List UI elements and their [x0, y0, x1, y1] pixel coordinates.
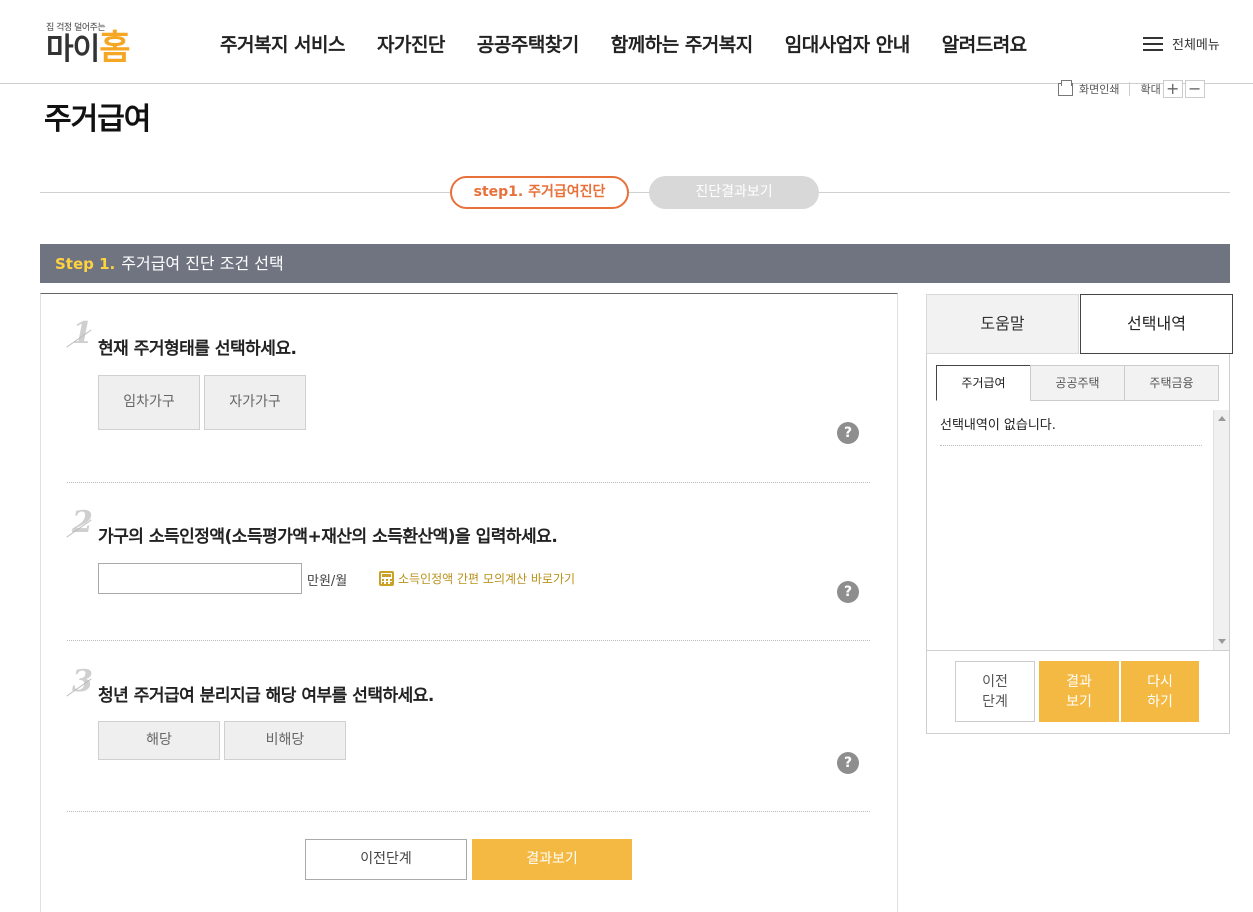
question-divider: [67, 811, 870, 812]
section-header: Step 1. 주거급여 진단 조건 선택: [40, 244, 1230, 283]
subtab-housing-finance[interactable]: 주택금융: [1124, 365, 1219, 401]
option-not-applicable[interactable]: 비해당: [224, 721, 346, 760]
tab-help[interactable]: 도움말: [926, 294, 1079, 354]
income-calculator-link[interactable]: 소득인정액 간편 모의계산 바로가기: [379, 570, 575, 587]
selection-list: 선택내역이 없습니다.: [936, 410, 1212, 650]
question-1-number: 1: [72, 316, 93, 351]
hamburger-icon: [1143, 36, 1163, 51]
site-header: 집 걱정 덜어주는 마이홈 주거복지 서비스 자가진단 공공주택찾기 함께하는 …: [0, 0, 1253, 84]
question-divider: [67, 482, 870, 483]
logo-wordmark: 마이홈: [46, 31, 130, 67]
income-unit: 만원/월: [307, 574, 348, 589]
side-view-result-button[interactable]: 결과 보기: [1039, 661, 1119, 722]
page-title: 주거급여: [44, 102, 151, 137]
all-menu-label: 전체메뉴: [1172, 38, 1220, 53]
selection-empty-message: 선택내역이 없습니다.: [940, 414, 1202, 446]
zoom-in-button[interactable]: +: [1162, 80, 1183, 98]
all-menu-button[interactable]: 전체메뉴: [1143, 34, 1220, 53]
subtab-public-housing[interactable]: 공공주택: [1030, 365, 1125, 401]
question-2-title: 가구의 소득인정액(소득평가액+재산의 소득환산액)을 입력하세요.: [98, 527, 558, 547]
zoom-label: 확대: [1140, 83, 1161, 96]
step-result-tab[interactable]: 진단결과보기: [649, 176, 819, 209]
side-previous-step-button[interactable]: 이전 단계: [955, 661, 1035, 722]
print-button[interactable]: 화면인쇄: [1079, 81, 1119, 97]
tab-selection-history[interactable]: 선택내역: [1080, 294, 1233, 354]
nav-notices[interactable]: 알려드려요: [942, 30, 1027, 57]
print-icon[interactable]: [1058, 79, 1073, 96]
scroll-down-arrow-icon[interactable]: [1218, 639, 1226, 644]
selection-subtabs: 주거급여 공공주택 주택금융: [936, 365, 1219, 401]
option-applicable[interactable]: 해당: [98, 721, 220, 760]
option-renter-household[interactable]: 임차가구: [98, 375, 200, 430]
calculator-icon: [379, 571, 394, 586]
help-icon[interactable]: ?: [837, 581, 859, 603]
nav-self-diagnosis[interactable]: 자가진단: [377, 30, 445, 57]
help-icon[interactable]: ?: [837, 422, 859, 444]
scroll-up-arrow-icon[interactable]: [1218, 416, 1226, 421]
main-nav: 주거복지 서비스 자가진단 공공주택찾기 함께하는 주거복지 임대사업자 안내 …: [220, 30, 1059, 57]
zoom-out-button[interactable]: −: [1184, 80, 1205, 98]
nav-landlord-guide[interactable]: 임대사업자 안내: [785, 30, 910, 57]
logo-main-text: 마이: [46, 32, 100, 67]
step-1-tab[interactable]: step1. 주거급여진단: [450, 176, 629, 209]
section-title: 주거급여 진단 조건 선택: [121, 254, 284, 273]
question-3-title: 청년 주거급여 분리지급 해당 여부를 선택하세요.: [98, 686, 434, 706]
subtab-housing-benefit[interactable]: 주거급여: [936, 365, 1031, 401]
site-logo[interactable]: 집 걱정 덜어주는 마이홈: [46, 18, 156, 66]
calculator-link-text: 소득인정액 간편 모의계산 바로가기: [398, 572, 576, 586]
question-1-title: 현재 주거형태를 선택하세요.: [98, 339, 297, 359]
utility-divider: [1129, 82, 1131, 96]
previous-step-button[interactable]: 이전단계: [305, 839, 467, 880]
option-owner-household[interactable]: 자가가구: [204, 375, 306, 430]
nav-public-housing-search[interactable]: 공공주택찾기: [477, 30, 579, 57]
nav-together-welfare[interactable]: 함께하는 주거복지: [611, 30, 753, 57]
nav-housing-welfare-service[interactable]: 주거복지 서비스: [220, 30, 345, 57]
income-input[interactable]: [98, 563, 302, 594]
side-panel-divider: [926, 650, 1230, 651]
utility-bar: 화면인쇄 확대 + −: [1058, 79, 1205, 98]
question-3-number: 3: [72, 664, 93, 699]
help-icon[interactable]: ?: [837, 752, 859, 774]
section-step-label: Step 1.: [55, 255, 116, 273]
view-result-button[interactable]: 결과보기: [472, 839, 632, 880]
selection-scrollbar[interactable]: [1213, 410, 1229, 650]
question-2-number: 2: [72, 505, 93, 540]
step-divider-line: [40, 192, 1230, 193]
question-divider: [67, 640, 870, 641]
logo-accent-text: 홈: [99, 28, 130, 68]
side-restart-button[interactable]: 다시 하기: [1121, 661, 1199, 722]
